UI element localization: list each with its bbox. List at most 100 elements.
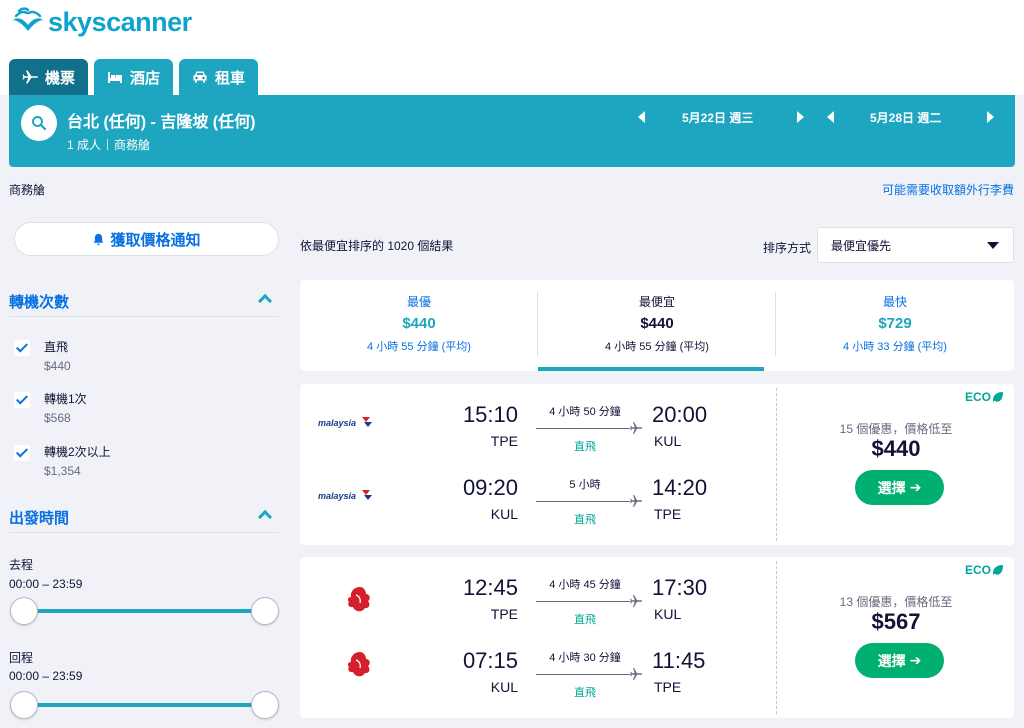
sort-summary-tabs: 最優 $440 4 小時 55 分鐘 (平均) 最便宜 $440 4 小時 55…: [300, 280, 1014, 371]
filter-price: $568: [44, 411, 71, 425]
tab-cars-label: 租車: [215, 69, 246, 87]
checkbox-checked-icon[interactable]: [14, 392, 30, 408]
filter-label: 轉機2次以上: [44, 445, 111, 459]
summary-price: $440: [640, 315, 674, 332]
departure-time: 12:45: [462, 575, 518, 600]
divider: [9, 532, 279, 533]
stops-filter-title[interactable]: 轉機次數: [9, 291, 69, 312]
car-icon: [193, 71, 207, 83]
summary-name: 最優: [406, 295, 431, 309]
select-button[interactable]: 選擇 ➔: [855, 470, 944, 505]
eco-badge: ECO: [965, 390, 1004, 404]
return-slider-max-handle[interactable]: [251, 691, 279, 719]
summary-name: 最便宜: [638, 295, 675, 309]
top-bar: skyscanner 機票 酒店 租車: [0, 0, 1024, 95]
arrow-right-icon: ➔: [909, 479, 922, 495]
deals-text: 15 個優惠，價格低至: [839, 422, 953, 436]
result-card[interactable]: malaysia 15:10 TPE 4 小時 50 分鐘 直飛 20:00 K…: [300, 384, 1014, 545]
cabin-label: 商務艙: [9, 183, 46, 197]
summary-time: 4 小時 55 分鐘 (平均): [605, 341, 709, 353]
card-divider: [776, 561, 777, 714]
summary-tab-best[interactable]: 最優 $440 4 小時 55 分鐘 (平均): [300, 280, 538, 371]
vertical-tabs: 機票 酒店 租車: [9, 59, 259, 95]
arrival-time: 20:00: [652, 402, 708, 427]
summary-tab-fastest[interactable]: 最快 $729 4 小時 33 分鐘 (平均): [776, 280, 1014, 371]
route-text[interactable]: 台北 (任何) - 吉隆坡 (任何): [67, 108, 255, 132]
eco-label: ECO: [964, 390, 991, 404]
deals-text: 13 個優惠，價格低至: [839, 595, 953, 609]
result-card[interactable]: 12:45 TPE 4 小時 45 分鐘 直飛 17:30 KUL 07:15 …: [300, 557, 1014, 718]
skyscanner-logo[interactable]: skyscanner: [10, 6, 192, 38]
return-time-slider[interactable]: [24, 703, 264, 707]
tab-flights-label: 機票: [45, 69, 76, 87]
summary-time: 4 小時 55 分鐘 (平均): [367, 341, 471, 353]
outbound-range-label: 去程: [9, 558, 34, 572]
departure-time: 07:15: [462, 648, 518, 673]
outbound-leg: malaysia 15:10 TPE 4 小時 50 分鐘 直飛 20:00 K…: [300, 392, 776, 462]
return-date-prev-arrow[interactable]: [827, 111, 834, 123]
tab-cars[interactable]: 租車: [179, 59, 259, 95]
tab-hotels[interactable]: 酒店: [94, 59, 174, 95]
chevron-up-icon[interactable]: [257, 293, 273, 309]
search-button[interactable]: [21, 105, 57, 141]
arrow-right-icon: ➔: [909, 652, 922, 668]
baggage-fees-link[interactable]: 可能需要收取額外行李費: [882, 181, 1014, 198]
outbound-slider-min-handle[interactable]: [10, 597, 38, 625]
caret-down-icon: [987, 242, 999, 249]
departure-time: 15:10: [462, 402, 518, 427]
outbound-date-prev-arrow[interactable]: [638, 111, 645, 123]
outbound-slider-max-handle[interactable]: [251, 597, 279, 625]
summary-price: $729: [878, 315, 912, 332]
malindo-air-logo-icon: [347, 587, 370, 612]
bell-icon: [94, 233, 104, 245]
filter-label: 直飛: [44, 340, 69, 354]
return-slider-min-handle[interactable]: [10, 691, 38, 719]
separator: [107, 139, 109, 150]
filter-price: $440: [44, 359, 71, 373]
passenger-cabin-text[interactable]: 1 成人 商務艙: [67, 136, 150, 153]
return-date-next-arrow[interactable]: [987, 111, 994, 123]
card-price: $440: [871, 436, 921, 461]
stops-text: 直飛: [574, 687, 596, 699]
flight-duration: 4 小時 30 分鐘: [549, 652, 621, 664]
summary-price: $440: [402, 315, 436, 332]
departure-airport: KUL: [490, 506, 518, 522]
bed-icon: [108, 72, 123, 83]
svg-text:malaysia: malaysia: [318, 491, 356, 501]
sort-select[interactable]: 最便宜優先: [817, 227, 1014, 263]
plane-icon: [630, 595, 642, 607]
brand-name: skyscanner: [48, 6, 192, 37]
price-alert-button[interactable]: 獲取價格通知: [14, 222, 279, 256]
return-leg: 07:15 KUL 4 小時 30 分鐘 直飛 11:45 TPE: [300, 638, 776, 708]
skyscanner-cloud-icon: [12, 7, 44, 31]
checkbox-checked-icon[interactable]: [14, 445, 30, 461]
outbound-time-slider[interactable]: [24, 609, 264, 613]
checkbox-checked-icon[interactable]: [14, 340, 30, 356]
tab-flights[interactable]: 機票: [9, 59, 89, 95]
plane-icon: [630, 422, 642, 434]
price-alert-label: 獲取價格通知: [110, 231, 201, 249]
return-range-value: 00:00 – 23:59: [9, 669, 83, 683]
search-summary-bar[interactable]: 台北 (任何) - 吉隆坡 (任何) 1 成人 商務艙 5月22日 週三 5月28…: [9, 95, 1015, 167]
passenger-count: 1 成人: [67, 138, 102, 152]
select-button[interactable]: 選擇 ➔: [855, 643, 944, 678]
return-range-label: 回程: [9, 651, 34, 665]
summary-time: 4 小時 33 分鐘 (平均): [843, 341, 947, 353]
search-icon: [32, 116, 47, 131]
flight-duration: 5 小時: [569, 479, 601, 491]
select-label: 選擇: [877, 479, 906, 496]
chevron-up-icon[interactable]: [257, 509, 273, 525]
arrival-airport: TPE: [654, 679, 682, 695]
sort-selected-value: 最便宜優先: [831, 238, 892, 253]
arrival-airport: KUL: [654, 433, 682, 449]
eco-badge: ECO: [965, 563, 1004, 577]
summary-tab-cheapest[interactable]: 最便宜 $440 4 小時 55 分鐘 (平均): [538, 280, 776, 371]
tab-hotels-label: 酒店: [130, 69, 161, 87]
arrival-airport: TPE: [654, 506, 682, 522]
departure-time-filter-title[interactable]: 出發時間: [9, 507, 69, 528]
outbound-date-next-arrow[interactable]: [797, 111, 804, 123]
malaysia-airlines-logo-icon: malaysia: [318, 490, 372, 501]
return-date[interactable]: 5月28日 週二: [870, 109, 941, 126]
outbound-date[interactable]: 5月22日 週三: [682, 109, 753, 126]
plane-icon: [630, 495, 642, 507]
